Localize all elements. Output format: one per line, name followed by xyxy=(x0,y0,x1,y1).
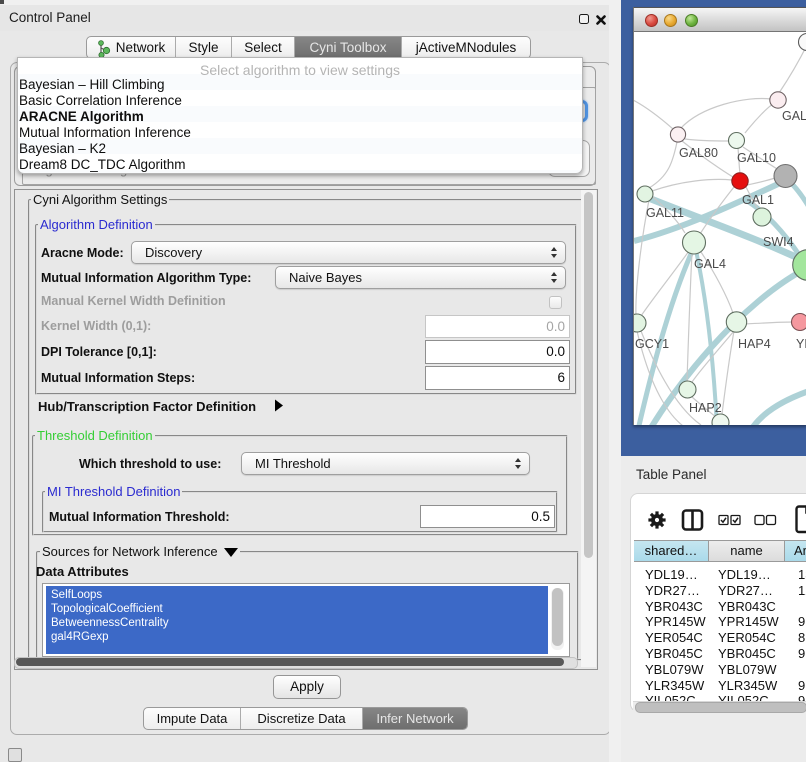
svg-text:GAL11: GAL11 xyxy=(646,206,684,220)
svg-text:GAL80: GAL80 xyxy=(679,146,718,160)
svg-text:SWI4: SWI4 xyxy=(763,235,794,249)
svg-text:GAL1: GAL1 xyxy=(742,193,774,207)
svg-text:HAP4: HAP4 xyxy=(738,337,771,351)
svg-text:GCY1: GCY1 xyxy=(635,337,669,351)
svg-text:YM: YM xyxy=(796,337,806,351)
svg-text:GAL7: GAL7 xyxy=(782,109,806,123)
svg-text:GAL4: GAL4 xyxy=(694,257,726,271)
svg-text:GAL10: GAL10 xyxy=(737,151,776,165)
svg-text:HAP2: HAP2 xyxy=(689,401,722,415)
